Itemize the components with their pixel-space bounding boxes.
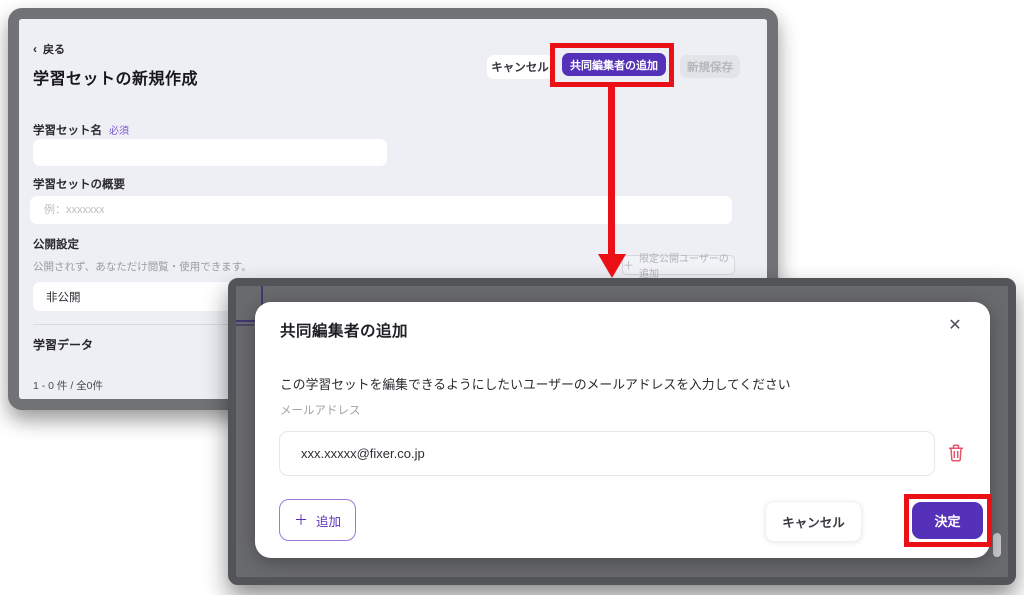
limited-users-label: 限定公開ユーザーの追加 bbox=[639, 250, 734, 280]
back-label: 戻る bbox=[43, 41, 65, 57]
modal-title: 共同編集者の追加 bbox=[280, 319, 408, 341]
visibility-selected-value: 非公開 bbox=[46, 289, 81, 305]
stage: ‹ 戻る 学習セットの新規作成 キャンセル 共同編集者の追加 新規保存 学習セッ… bbox=[0, 0, 1024, 595]
close-icon[interactable]: ✕ bbox=[943, 313, 967, 337]
plus-icon: ＋ bbox=[294, 510, 308, 530]
add-button-label: 追加 bbox=[316, 511, 341, 530]
back-button[interactable]: ‹ 戻る bbox=[33, 41, 65, 57]
name-field-label: 学習セット名必須 bbox=[33, 122, 129, 138]
learning-data-count: 1 - 0 件 / 全0件 bbox=[33, 378, 103, 393]
learning-data-label: 学習データ bbox=[33, 336, 93, 353]
name-input[interactable] bbox=[33, 139, 387, 166]
cancel-button[interactable]: キャンセル bbox=[487, 55, 553, 79]
overview-field-label: 学習セットの概要 bbox=[33, 176, 125, 192]
annotation-arrow-line bbox=[608, 87, 615, 254]
back-chevron-icon: ‹ bbox=[33, 42, 37, 56]
background-divider-remnant bbox=[236, 324, 254, 326]
email-input[interactable] bbox=[279, 431, 935, 476]
dimmed-backdrop: 共同編集者の追加 ✕ この学習セットを編集できるようにしたいユーザーのメールアド… bbox=[236, 286, 1008, 577]
save-button-disabled: 新規保存 bbox=[680, 55, 740, 78]
annotation-arrow-head-icon bbox=[598, 254, 626, 278]
add-limited-users-button: ＋ 限定公開ユーザーの追加 bbox=[622, 255, 735, 275]
delete-email-button[interactable] bbox=[945, 442, 967, 464]
visibility-help-text: 公開されず、あなただけ閲覧・使用できます。 bbox=[33, 259, 252, 274]
email-field-label: メールアドレス bbox=[280, 402, 361, 418]
trash-icon bbox=[948, 444, 964, 462]
page-title: 学習セットの新規作成 bbox=[33, 65, 198, 89]
modal-description: この学習セットを編集できるようにしたいユーザーのメールアドレスを入力してください bbox=[280, 374, 791, 393]
annotation-box-confirm bbox=[904, 494, 992, 547]
annotation-box-add-collaborators bbox=[550, 43, 674, 87]
required-badge: 必須 bbox=[109, 126, 129, 137]
modal-cancel-button[interactable]: キャンセル bbox=[765, 501, 862, 542]
overview-input[interactable] bbox=[30, 196, 732, 224]
name-label-text: 学習セット名 bbox=[33, 125, 102, 137]
add-email-row-button[interactable]: ＋ 追加 bbox=[279, 499, 356, 541]
add-collaborators-modal: 共同編集者の追加 ✕ この学習セットを編集できるようにしたいユーザーのメールアド… bbox=[255, 302, 990, 558]
modal-screenshot-frame: 共同編集者の追加 ✕ この学習セットを編集できるようにしたいユーザーのメールアド… bbox=[228, 278, 1016, 585]
scrollbar-thumb[interactable] bbox=[993, 533, 1001, 557]
visibility-field-label: 公開設定 bbox=[33, 236, 79, 252]
